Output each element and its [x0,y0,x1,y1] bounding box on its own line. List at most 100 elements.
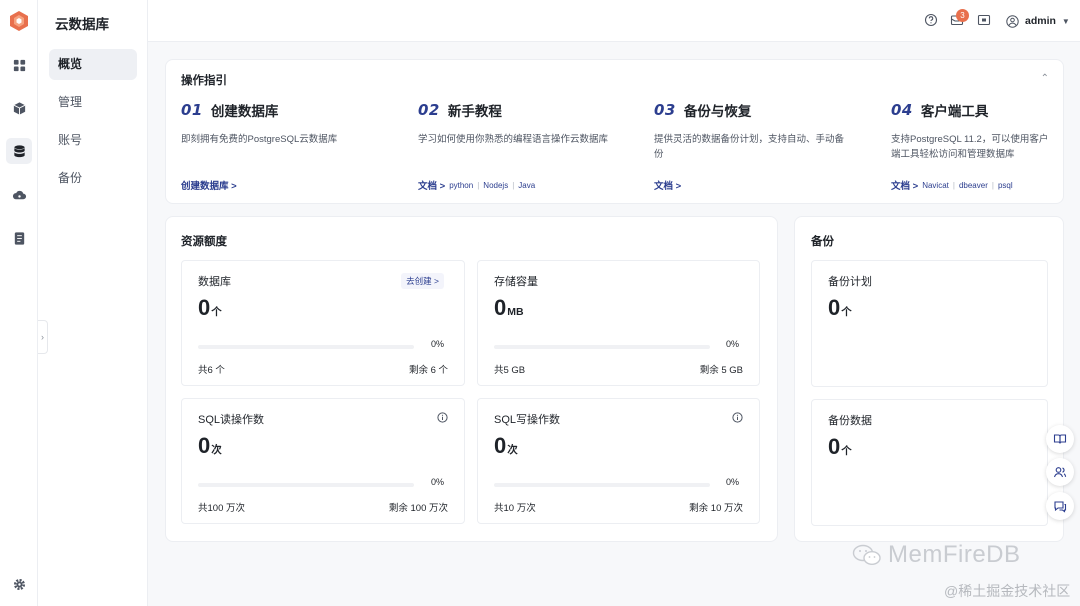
chevron-right-icon: › [41,332,44,342]
guide-title: 操作指引 [181,75,227,87]
card-value: 0 [828,434,841,459]
dashboard-icon[interactable] [6,52,32,78]
step-description: 即刻拥有免费的PostgreSQL云数据库 [181,134,338,145]
step-title: 客户端工具 [920,104,989,119]
card-unit: 个 [841,445,852,457]
guide-panel: 操作指引 ⌃ 01 创建数据库 即刻拥有免费的PostgreSQL云数据库 创建… [165,59,1064,204]
watermark-brand: MemFireDB [888,541,1021,568]
sidebar: 云数据库 概览 管理 账号 备份 [38,0,148,606]
psql-link[interactable]: psql [998,181,1013,190]
username: admin [1025,15,1056,27]
total-text: 共100 万次 [198,503,245,514]
watermark: MemFireDB [852,541,1021,569]
docs-link[interactable]: 文档 > [891,178,918,192]
app-title: 云数据库 [55,17,109,32]
quota-card-database: 数据库 去创建 > 0个 0% 共6 个 剩余 6 个 [181,260,465,386]
docs-link[interactable]: 文档 > [418,178,445,192]
total-text: 共6 个 [198,365,225,376]
cube-icon[interactable] [6,95,32,121]
total-text: 共5 GB [494,365,526,376]
remain-text: 剩余 6 个 [408,365,448,376]
docs-book-button[interactable] [1046,425,1074,453]
caret-down-icon: ▼ [1061,16,1070,26]
info-icon[interactable] [732,412,743,423]
cloud-icon[interactable] [6,182,32,208]
progress-percent: 0% [430,339,444,349]
remain-text: 剩余 10 万次 [689,503,743,514]
step-links: 文档 > python | Nodejs | Java [418,178,535,193]
card-unit: 个 [841,306,852,318]
info-icon[interactable] [437,412,448,423]
remain-text: 剩余 100 万次 [388,503,448,514]
guide-step: 02 新手教程 学习如何使用你熟悉的编程语言操作云数据库 文档 > python… [418,100,638,192]
card-unit: MB [507,306,524,318]
card-label: SQL读操作数 [198,414,265,426]
step-title: 备份与恢复 [683,104,752,119]
chevron-up-icon[interactable]: ⌃ [1041,73,1049,84]
python-link[interactable]: python [449,181,473,190]
card-label: SQL写操作数 [494,414,561,426]
quota-title: 资源额度 [181,236,227,248]
notification-badge: 3 [956,9,969,22]
create-link[interactable]: 去创建 > [401,273,444,289]
card-unit: 次 [211,444,222,456]
step-links: 文档 > [654,178,685,192]
step-links: 创建数据库 > [181,178,241,192]
java-link[interactable]: Java [518,181,535,190]
progress-percent: 0% [430,477,444,487]
backup-title: 备份 [811,236,834,248]
quota-card-sql-write: SQL写操作数 0次 0% 共10 万次 剩余 10 万次 [477,398,760,524]
step-description: 学习如何使用你熟悉的编程语言操作云数据库 [418,134,609,145]
card-label: 存储容量 [494,276,538,288]
card-unit: 个 [211,306,222,318]
separator: | [477,180,480,190]
chat-button[interactable] [1046,492,1074,520]
progress-percent: 0% [725,339,739,349]
dbeaver-link[interactable]: dbeaver [959,181,988,190]
progress-percent: 0% [725,477,739,487]
user-menu[interactable]: admin ▼ [1006,13,1070,29]
guide-step: 03 备份与恢复 提供灵活的数据备份计划，支持自动、手动备份 文档 > [654,100,874,192]
memfire-logo-icon[interactable] [8,10,30,32]
screen-icon[interactable] [977,13,991,27]
docs-link[interactable]: 文档 > [654,178,681,192]
step-number: 02 [418,101,440,119]
card-unit: 次 [507,444,518,456]
navicat-link[interactable]: Navicat [922,181,949,190]
separator: | [991,180,994,190]
user-avatar-icon [1006,14,1019,28]
community-button[interactable] [1046,458,1074,486]
step-description: 支持PostgreSQL 11.2，可以使用客户端工具轻松访问和管理数据库 [891,134,1049,160]
sidebar-item-overview[interactable]: 概览 [49,49,137,80]
step-number: 04 [891,101,913,119]
progress-bar [198,483,414,487]
nodejs-link[interactable]: Nodejs [483,181,508,190]
progress-bar [494,483,710,487]
sidebar-collapse-toggle[interactable]: › [38,320,48,354]
step-number: 03 [654,101,676,119]
card-value: 0 [828,295,841,320]
sidebar-item-manage[interactable]: 管理 [49,87,137,118]
help-icon[interactable] [924,13,938,27]
progress-bar [494,345,710,349]
sidebar-item-account[interactable]: 账号 [49,125,137,156]
users-icon [1053,467,1067,478]
document-icon[interactable] [6,225,32,251]
database-icon[interactable] [6,138,32,164]
step-number: 01 [181,101,203,119]
wechat-logo-icon [852,544,881,566]
icon-rail [0,0,38,606]
sidebar-item-backup[interactable]: 备份 [49,163,137,194]
guide-step: 01 创建数据库 即刻拥有免费的PostgreSQL云数据库 创建数据库 > [181,100,401,192]
step-title: 新手教程 [447,104,502,119]
guide-step: 04 客户端工具 支持PostgreSQL 11.2，可以使用客户端工具轻松访问… [891,100,1051,192]
backup-card-plan: 备份计划 0个 [811,260,1048,387]
create-database-link[interactable]: 创建数据库 > [181,178,237,192]
settings-gear-icon[interactable] [6,571,32,597]
backup-card-data: 备份数据 0个 [811,399,1048,526]
progress-bar [198,345,414,349]
separator: | [952,180,955,190]
card-value: 0 [198,295,211,320]
quota-card-sql-read: SQL读操作数 0次 0% 共100 万次 剩余 100 万次 [181,398,465,524]
card-value: 0 [198,433,211,458]
